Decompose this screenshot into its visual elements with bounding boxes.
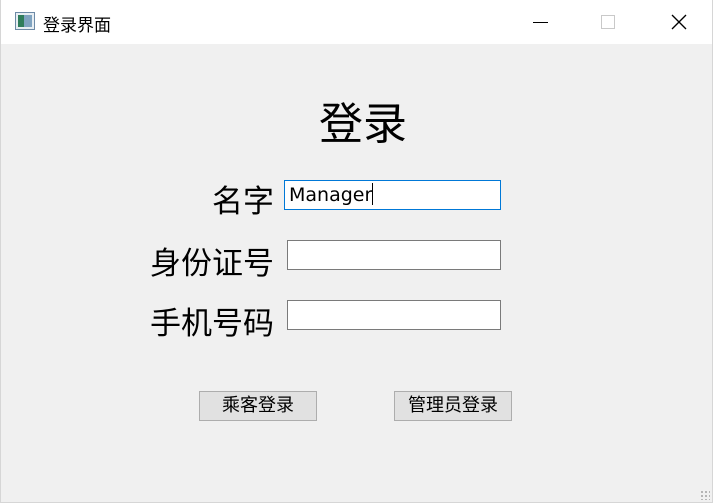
id-number-input[interactable]: [287, 240, 501, 270]
name-input[interactable]: Manager: [284, 180, 501, 210]
close-button[interactable]: [656, 0, 702, 44]
admin-login-button[interactable]: 管理员登录: [394, 391, 512, 421]
window-title: 登录界面: [43, 16, 111, 36]
login-window: 登录界面 登录 名字 Manager 身份证号 手机号码 乘客登录 管理员登录: [0, 0, 713, 503]
name-input-value: Manager: [289, 184, 373, 206]
title-bar[interactable]: 登录界面: [1, 0, 712, 44]
id-number-label: 身份证号: [150, 246, 274, 282]
minimize-button[interactable]: [517, 0, 563, 44]
passenger-login-button[interactable]: 乘客登录: [199, 391, 317, 421]
text-caret: [372, 183, 374, 205]
app-window-icon: [15, 12, 35, 30]
resize-grip[interactable]: [700, 490, 710, 500]
minimize-icon: [532, 21, 548, 23]
close-icon: [671, 14, 687, 30]
maximize-icon: [601, 15, 615, 29]
page-title: 登录: [319, 99, 407, 150]
phone-label: 手机号码: [150, 306, 274, 342]
phone-input[interactable]: [287, 300, 501, 330]
name-label: 名字: [212, 184, 274, 220]
maximize-button[interactable]: [585, 0, 631, 44]
